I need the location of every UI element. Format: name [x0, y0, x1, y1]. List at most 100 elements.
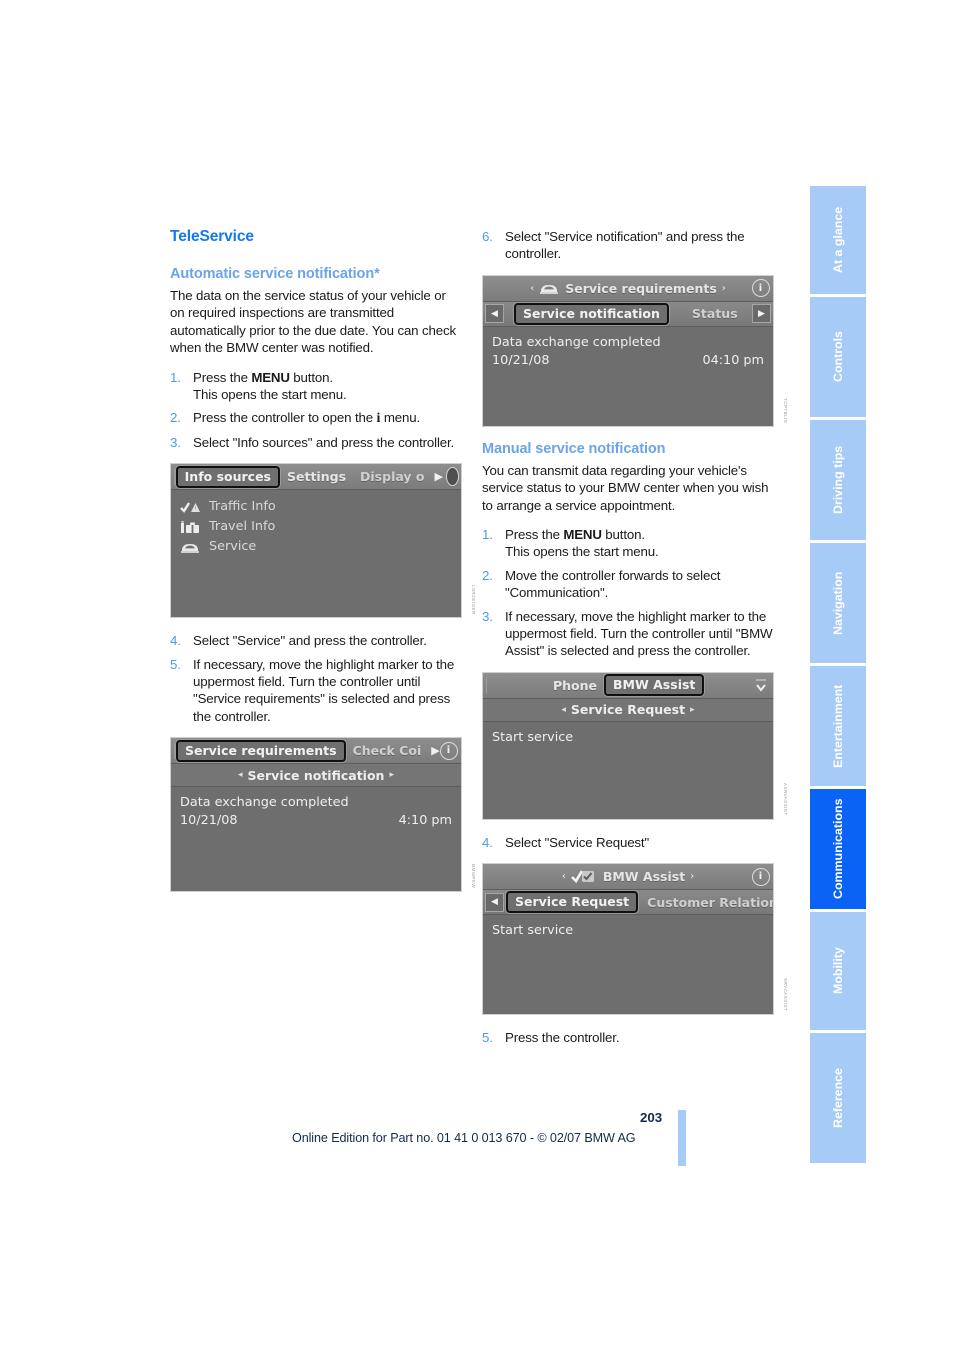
- step-text: Move the controller forwards to select "…: [505, 567, 721, 601]
- idrive-title-label: Service requirements: [565, 280, 717, 296]
- list-item-travel-info[interactable]: Travel Info: [180, 517, 452, 537]
- thumb-tab-reference[interactable]: Reference: [810, 1033, 866, 1163]
- chevron-left-icon[interactable]: ◂: [233, 770, 248, 780]
- idrive-tab-bar: Service requirements Check Coi ▶ i: [171, 738, 461, 765]
- date-value: 10/21/08: [492, 352, 550, 368]
- breadcrumb: ◂ Service notification ▸: [171, 764, 461, 788]
- manual-page: TeleService Automatic service notificati…: [0, 0, 954, 1351]
- figure-caption-code: LSRZEIGER: [471, 584, 476, 615]
- step-number: 4.: [482, 834, 493, 850]
- step-number: 5.: [170, 656, 181, 672]
- list-item: 5. Press the controller.: [482, 1029, 774, 1046]
- thumb-tab-communications[interactable]: Communications: [810, 789, 866, 909]
- start-service-item[interactable]: Start service: [492, 922, 764, 940]
- step-number: 2.: [482, 567, 493, 583]
- screenshot-bmw-assist-phone: Phone BMW Assist ◂ Service Request ▸ Sta…: [482, 671, 774, 820]
- date-value: 10/21/08: [180, 813, 238, 829]
- chevron-right-icon[interactable]: ›: [717, 283, 726, 294]
- chapter-thumb-tabs: At a glance Controls Driving tips Naviga…: [810, 186, 866, 1166]
- start-service-item[interactable]: Start service: [492, 729, 764, 747]
- tab-bmw-assist[interactable]: BMW Assist: [604, 674, 705, 697]
- nav-left-button[interactable]: ◀: [485, 304, 504, 324]
- step-text-cont: menu.: [380, 410, 421, 426]
- tab-divider: [174, 742, 175, 759]
- step-text-cont: button.: [601, 527, 645, 543]
- section-heading-automatic: Automatic service notification*: [170, 266, 380, 282]
- tab-customer-relations[interactable]: Customer Relations: [640, 895, 773, 910]
- idrive-subtab-bar: ◀ Service notification Status ▶: [483, 301, 773, 327]
- breadcrumb-label: Service notification: [247, 767, 385, 783]
- idrive-tab-bar: Phone BMW Assist: [483, 672, 773, 699]
- list-item: 2. Move the controller forwards to selec…: [482, 567, 774, 602]
- chevron-left-icon[interactable]: ◂: [556, 705, 571, 715]
- tab-phone[interactable]: Phone: [546, 678, 604, 693]
- list-item: 3. If necessary, move the highlight mark…: [482, 608, 774, 660]
- status-text: Data exchange completed: [492, 334, 661, 350]
- steps-list-step6: 6. Select "Service notification" and pre…: [482, 228, 774, 263]
- idrive-content: Data exchange completed 10/21/08 4:10 pm: [171, 787, 461, 891]
- step-text: Press the controller.: [505, 1030, 620, 1046]
- list-item-traffic-info[interactable]: Traffic Info: [180, 497, 452, 517]
- chevron-right-icon[interactable]: ▶: [432, 470, 446, 483]
- info-circle-icon[interactable]: i: [751, 867, 770, 886]
- steps-list-manual: 1. Press the MENU button. This opens the…: [482, 526, 774, 660]
- footer-rule: [678, 1110, 686, 1166]
- step-number: 5.: [482, 1030, 493, 1046]
- list-item: 3. Select "Info sources" and press the c…: [170, 434, 462, 451]
- step-subtext: This opens the start menu.: [505, 544, 659, 560]
- tab-info-sources[interactable]: Info sources: [175, 465, 280, 488]
- step-text: Select "Service" and press the controlle…: [193, 633, 427, 649]
- screenshot-service-requirements-2: ‹ Service requirements › i ◀ Service not…: [482, 274, 774, 427]
- steps-list-step5: 5. Press the controller.: [482, 1029, 774, 1046]
- idrive-content: Start service REXFORD DRIVE BEVERLY HILL…: [483, 915, 773, 1014]
- left-column: TeleService Automatic service notificati…: [170, 228, 476, 906]
- thumb-tab-navigation[interactable]: Navigation: [810, 543, 866, 663]
- chevron-left-icon[interactable]: ‹: [530, 283, 539, 294]
- nav-left-button[interactable]: ◀: [485, 892, 504, 912]
- breadcrumb: ◂ Service Request ▸: [483, 698, 773, 722]
- breadcrumb-label: Service Request: [570, 702, 686, 718]
- idrive-subtab-bar: ◀ Service Request Customer Relations ▶: [483, 890, 773, 916]
- screenshot-bmw-assist-service-request: ‹ BMW Assist › i ◀ Service Request Custo…: [482, 863, 774, 1016]
- step-text: Select "Service Request": [505, 834, 650, 850]
- tab-divider: [174, 468, 175, 485]
- step-text-cont: button.: [289, 369, 333, 385]
- idrive-title-bar: ‹ Service requirements › i: [483, 275, 773, 302]
- chevron-down-icon[interactable]: [751, 676, 770, 695]
- step-text: Press the: [505, 527, 564, 543]
- tab-service-notification[interactable]: Service notification: [514, 302, 669, 325]
- thumb-tab-mobility[interactable]: Mobility: [810, 912, 866, 1030]
- nav-right-button[interactable]: ▶: [752, 304, 771, 324]
- info-circle-icon[interactable]: i: [439, 741, 458, 760]
- tab-check-control[interactable]: Check Coi: [346, 743, 429, 758]
- section-heading-manual: Manual service notification: [482, 440, 666, 457]
- figure-caption-code: ASRVASSIST: [783, 783, 788, 816]
- chevron-right-icon[interactable]: ▸: [685, 705, 700, 715]
- tab-settings[interactable]: Settings: [280, 469, 353, 484]
- steps-list-automatic: 1. Press the MENU button. This opens the…: [170, 369, 462, 452]
- chevron-right-icon[interactable]: ▸: [384, 770, 399, 780]
- step-text: If necessary, move the highlight marker …: [505, 608, 773, 659]
- info-circle-icon[interactable]: i: [751, 279, 770, 298]
- datetime-row: 10/21/08 4:10 pm: [180, 812, 452, 830]
- thumb-tab-at-a-glance[interactable]: At a glance: [810, 186, 866, 294]
- list-item-service[interactable]: Service: [180, 537, 452, 557]
- tab-status[interactable]: Status: [685, 306, 745, 321]
- tab-service-request[interactable]: Service Request: [506, 891, 639, 914]
- chevron-right-icon[interactable]: ›: [685, 871, 694, 882]
- tab-service-requirements[interactable]: Service requirements: [176, 739, 346, 762]
- step-text: Select "Info sources" and press the cont…: [193, 434, 455, 450]
- thumb-tab-driving-tips[interactable]: Driving tips: [810, 420, 866, 540]
- thumb-tab-entertainment[interactable]: Entertainment: [810, 666, 866, 786]
- step-number: 2.: [170, 410, 181, 426]
- datetime-row: 10/21/08 04:10 pm: [492, 352, 764, 370]
- thumb-tab-controls[interactable]: Controls: [810, 297, 866, 417]
- tab-display-o[interactable]: Display o: [353, 469, 431, 484]
- idrive-title-bar: ‹ BMW Assist › i: [483, 864, 773, 891]
- chevron-left-icon[interactable]: ‹: [562, 871, 571, 882]
- step-text: Press the controller to open the: [193, 410, 377, 426]
- list-item: 4. Select "Service Request": [482, 834, 774, 851]
- status-text: Data exchange completed: [180, 795, 349, 811]
- list-item-label: Travel Info: [209, 519, 276, 535]
- figure-caption-code: BMWPKW: [471, 864, 476, 889]
